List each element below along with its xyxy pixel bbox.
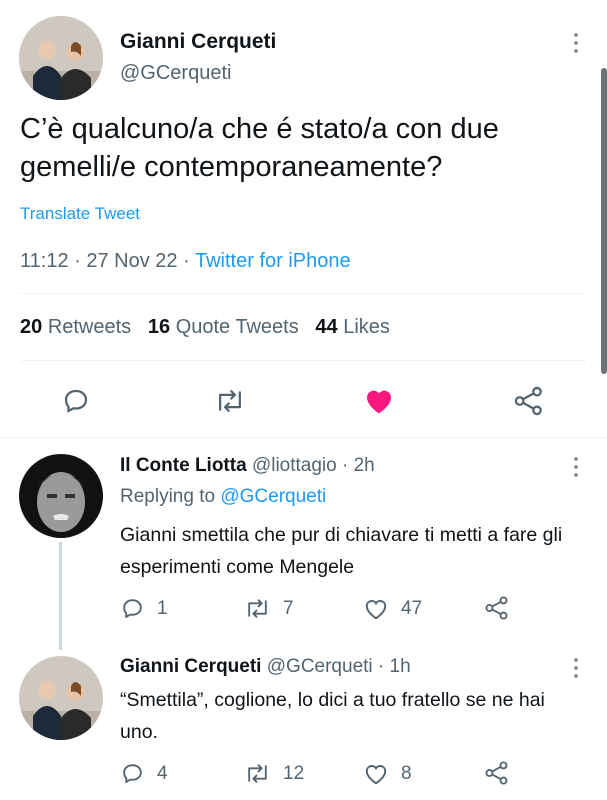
tweet-time: 11:12 bbox=[20, 250, 69, 272]
avatar-photo bbox=[19, 454, 103, 538]
meta-separator: · bbox=[74, 250, 81, 272]
reply-icon bbox=[64, 389, 88, 413]
more-icon[interactable] bbox=[572, 657, 580, 684]
reply-avatar[interactable] bbox=[19, 656, 103, 740]
reply-handle[interactable]: @GCerqueti bbox=[267, 656, 373, 677]
retweet-action[interactable]: 12 bbox=[244, 761, 304, 786]
like-icon bbox=[365, 599, 387, 620]
reply-action[interactable]: 1 bbox=[120, 596, 168, 621]
like-button[interactable] bbox=[363, 385, 395, 420]
reply-count: 1 bbox=[157, 597, 168, 619]
retweets-stat[interactable]: 20 Retweets bbox=[20, 316, 137, 338]
likes-count: 44 bbox=[315, 316, 338, 338]
share-icon bbox=[514, 386, 542, 416]
scrollbar[interactable] bbox=[601, 68, 607, 374]
meta-separator: · bbox=[342, 455, 349, 476]
reply-author-name[interactable]: Gianni Cerqueti bbox=[120, 656, 261, 677]
meta-separator: · bbox=[183, 250, 190, 272]
reply-text: Gianni smettila che pur di chiavare ti m… bbox=[120, 524, 563, 578]
replying-prefix: Replying to bbox=[120, 486, 216, 507]
reply-icon bbox=[123, 764, 142, 784]
more-icon[interactable] bbox=[572, 456, 580, 483]
reply-button[interactable] bbox=[61, 386, 91, 421]
reply-action[interactable]: 4 bbox=[120, 761, 168, 786]
author-name[interactable]: Gianni Cerqueti bbox=[120, 30, 276, 54]
reply-icon bbox=[123, 599, 142, 619]
reply-text: “Smettila”, coglione, lo dici a tuo frat… bbox=[120, 689, 545, 743]
like-action[interactable]: 47 bbox=[363, 596, 422, 621]
share-button[interactable] bbox=[484, 760, 510, 791]
likes-stat[interactable]: 44 Likes bbox=[315, 316, 390, 338]
thread-line bbox=[59, 542, 62, 650]
share-icon bbox=[485, 596, 508, 620]
reply-author-name[interactable]: Il Conte Liotta bbox=[120, 455, 247, 476]
like-icon bbox=[365, 764, 387, 785]
like-count: 47 bbox=[401, 597, 423, 619]
share-button[interactable] bbox=[513, 385, 545, 422]
like-count: 8 bbox=[401, 762, 412, 784]
divider bbox=[0, 437, 607, 438]
retweet-count: 12 bbox=[283, 762, 305, 784]
reply-age: 2h bbox=[353, 455, 375, 476]
reply-count: 4 bbox=[157, 762, 168, 784]
like-icon bbox=[367, 390, 391, 414]
replying-to-handle[interactable]: @GCerqueti bbox=[220, 486, 326, 507]
replying-to: Replying to @GCerqueti bbox=[120, 486, 326, 508]
retweet-button[interactable] bbox=[214, 386, 246, 421]
share-icon bbox=[485, 761, 508, 785]
like-action[interactable]: 8 bbox=[363, 761, 412, 786]
author-avatar[interactable] bbox=[19, 16, 103, 100]
avatar-photo bbox=[19, 656, 103, 740]
share-button[interactable] bbox=[484, 595, 510, 626]
tweet-date: 27 Nov 22 bbox=[86, 250, 178, 272]
reply-handle[interactable]: @liottagio bbox=[252, 455, 337, 476]
retweet-icon bbox=[219, 390, 241, 412]
divider bbox=[20, 360, 587, 361]
reply-age: 1h bbox=[389, 656, 411, 677]
reply-avatar[interactable] bbox=[19, 454, 103, 538]
more-icon[interactable] bbox=[572, 32, 580, 59]
avatar-photo bbox=[19, 16, 103, 100]
retweet-count: 7 bbox=[283, 597, 294, 619]
quotes-label: Quote Tweets bbox=[175, 316, 299, 338]
tweet-text: C’è qualcuno/a che é stato/a con due gem… bbox=[20, 113, 499, 183]
reply-header: Gianni Cerqueti @GCerqueti · 1h bbox=[120, 656, 411, 678]
reply-header: Il Conte Liotta @liottagio · 2h bbox=[120, 455, 375, 477]
tweet-stats: 20 Retweets 16 Quote Tweets 44 Likes bbox=[20, 316, 390, 339]
quotes-stat[interactable]: 16 Quote Tweets bbox=[148, 316, 304, 338]
meta-separator: · bbox=[377, 656, 385, 677]
retweet-icon bbox=[248, 599, 267, 618]
retweets-count: 20 bbox=[20, 316, 43, 338]
tweet-meta: 11:12 · 27 Nov 22 · Twitter for iPhone bbox=[20, 250, 351, 273]
tweet-source[interactable]: Twitter for iPhone bbox=[195, 250, 351, 272]
author-handle[interactable]: @GCerqueti bbox=[120, 62, 231, 85]
quotes-count: 16 bbox=[147, 316, 171, 338]
likes-label: Likes bbox=[343, 316, 390, 338]
divider bbox=[20, 293, 587, 294]
translate-link[interactable]: Translate Tweet bbox=[20, 204, 140, 224]
retweet-action[interactable]: 7 bbox=[244, 596, 294, 621]
retweets-label: Retweets bbox=[47, 316, 132, 338]
retweet-icon bbox=[248, 764, 267, 783]
